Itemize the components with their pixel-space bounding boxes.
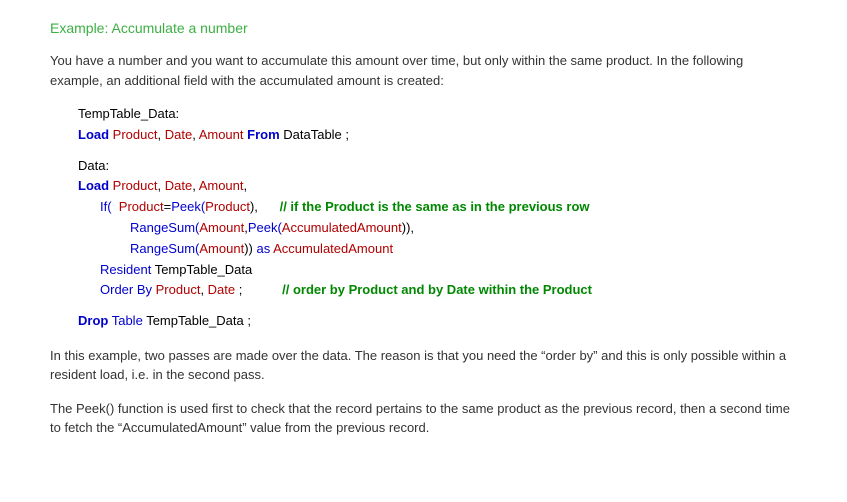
keyword-orderby: Order By: [100, 282, 152, 297]
field-amount: Amount: [199, 220, 244, 235]
code-line: Resident TempTable_Data: [78, 260, 797, 281]
func-peek: Peek(: [171, 199, 205, 214]
field-accumulated: AccumulatedAmount: [270, 241, 393, 256]
code-line: RangeSum(Amount,Peek(AccumulatedAmount))…: [78, 218, 797, 239]
example-heading: Example: Accumulate a number: [50, 18, 797, 39]
keyword-load: Load: [78, 178, 109, 193]
field-product: Product: [109, 127, 157, 142]
semicolon: ;: [235, 282, 282, 297]
keyword-from: From: [244, 127, 284, 142]
code-line: Load Product, Date, Amount,: [78, 176, 797, 197]
code-line: Data:: [78, 156, 797, 177]
table-label: TempTable_Data:: [78, 106, 179, 121]
keyword-load: Load: [78, 127, 109, 142]
field-product: Product: [205, 199, 250, 214]
close-paren: )): [244, 241, 256, 256]
func-rangesum: RangeSum(: [130, 241, 199, 256]
comma: ,: [157, 178, 164, 193]
code-line: Drop Table TempTable_Data ;: [78, 311, 797, 332]
code-line: RangeSum(Amount)) as AccumulatedAmount: [78, 239, 797, 260]
table-name: TempTable_Data ;: [143, 313, 251, 328]
field-amount: Amount: [199, 241, 244, 256]
intro-paragraph: You have a number and you want to accumu…: [50, 51, 797, 90]
field-product: Product: [152, 282, 200, 297]
close-paren: ),: [250, 199, 280, 214]
keyword-as: as: [256, 241, 270, 256]
comment: // order by Product and by Date within t…: [282, 282, 592, 297]
explain-paragraph-1: In this example, two passes are made ove…: [50, 346, 797, 385]
table-label: Data:: [78, 158, 109, 173]
table-source: DataTable ;: [283, 127, 349, 142]
comment: // if the Product is the same as in the …: [280, 199, 590, 214]
field-accumulated: AccumulatedAmount: [282, 220, 402, 235]
field-date: Date: [165, 127, 192, 142]
comma: ,: [244, 178, 248, 193]
table-source: TempTable_Data: [151, 262, 252, 277]
func-peek: Peek(: [248, 220, 282, 235]
field-date: Date: [208, 282, 235, 297]
comma: ,: [157, 127, 164, 142]
keyword-table: Table: [108, 313, 142, 328]
func-if: If(: [100, 199, 112, 214]
field-product: Product: [112, 199, 164, 214]
close-paren: )),: [402, 220, 414, 235]
explain-paragraph-2: The Peek() function is used first to che…: [50, 399, 797, 438]
func-rangesum: RangeSum(: [130, 220, 199, 235]
code-line: Load Product, Date, Amount From DataTabl…: [78, 125, 797, 146]
code-block: TempTable_Data: Load Product, Date, Amou…: [78, 104, 797, 332]
field-date: Date: [165, 178, 192, 193]
field-product: Product: [109, 178, 157, 193]
field-amount: Amount: [199, 127, 244, 142]
field-amount: Amount: [199, 178, 244, 193]
keyword-resident: Resident: [100, 262, 151, 277]
code-line: If( Product=Peek(Product), // if the Pro…: [78, 197, 797, 218]
keyword-drop: Drop: [78, 313, 108, 328]
code-line: TempTable_Data:: [78, 104, 797, 125]
comma: ,: [200, 282, 207, 297]
code-line: Order By Product, Date ; // order by Pro…: [78, 280, 797, 301]
